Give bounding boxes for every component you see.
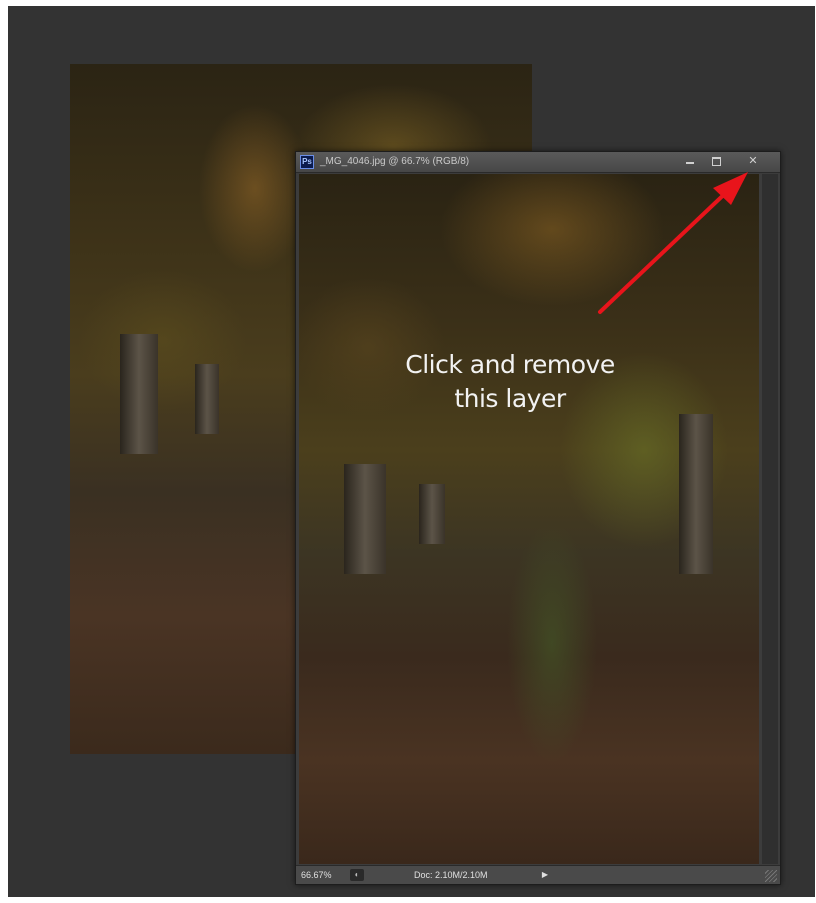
status-bar: 66.67% ◐ Doc: 2.10M/2.10M ▶ — [296, 865, 780, 884]
close-icon: ✕ — [748, 155, 758, 167]
document-title: _MG_4046.jpg @ 66.7% (RGB/8) — [320, 156, 470, 167]
resize-grip[interactable] — [765, 870, 777, 882]
tree-trunk — [419, 484, 445, 544]
document-window[interactable]: Ps _MG_4046.jpg @ 66.7% (RGB/8) ✕ 66.67%… — [295, 151, 781, 885]
maximize-button[interactable] — [706, 154, 726, 169]
image-canvas[interactable] — [299, 174, 759, 864]
maximize-icon — [711, 156, 721, 166]
tree-trunk — [120, 334, 158, 454]
status-info-icon[interactable]: ◐ — [350, 869, 364, 881]
status-menu-arrow-icon[interactable]: ▶ — [539, 869, 551, 881]
photoshop-icon: Ps — [300, 155, 314, 169]
annotation-text: Click and remove this layer — [390, 348, 630, 416]
annotation-line-2: this layer — [454, 384, 566, 413]
vertical-scrollbar[interactable] — [762, 174, 778, 864]
tree-trunk — [195, 364, 219, 434]
title-bar[interactable]: Ps _MG_4046.jpg @ 66.7% (RGB/8) ✕ — [296, 152, 780, 173]
tree-trunk — [679, 414, 713, 574]
close-button[interactable]: ✕ — [740, 154, 766, 169]
doc-size-info: Doc: 2.10M/2.10M — [414, 870, 488, 880]
tree-trunk — [344, 464, 386, 574]
minimize-button[interactable] — [680, 154, 700, 169]
zoom-field[interactable]: 66.67% — [301, 869, 341, 881]
minimize-icon — [686, 161, 694, 164]
annotation-line-1: Click and remove — [405, 350, 615, 379]
